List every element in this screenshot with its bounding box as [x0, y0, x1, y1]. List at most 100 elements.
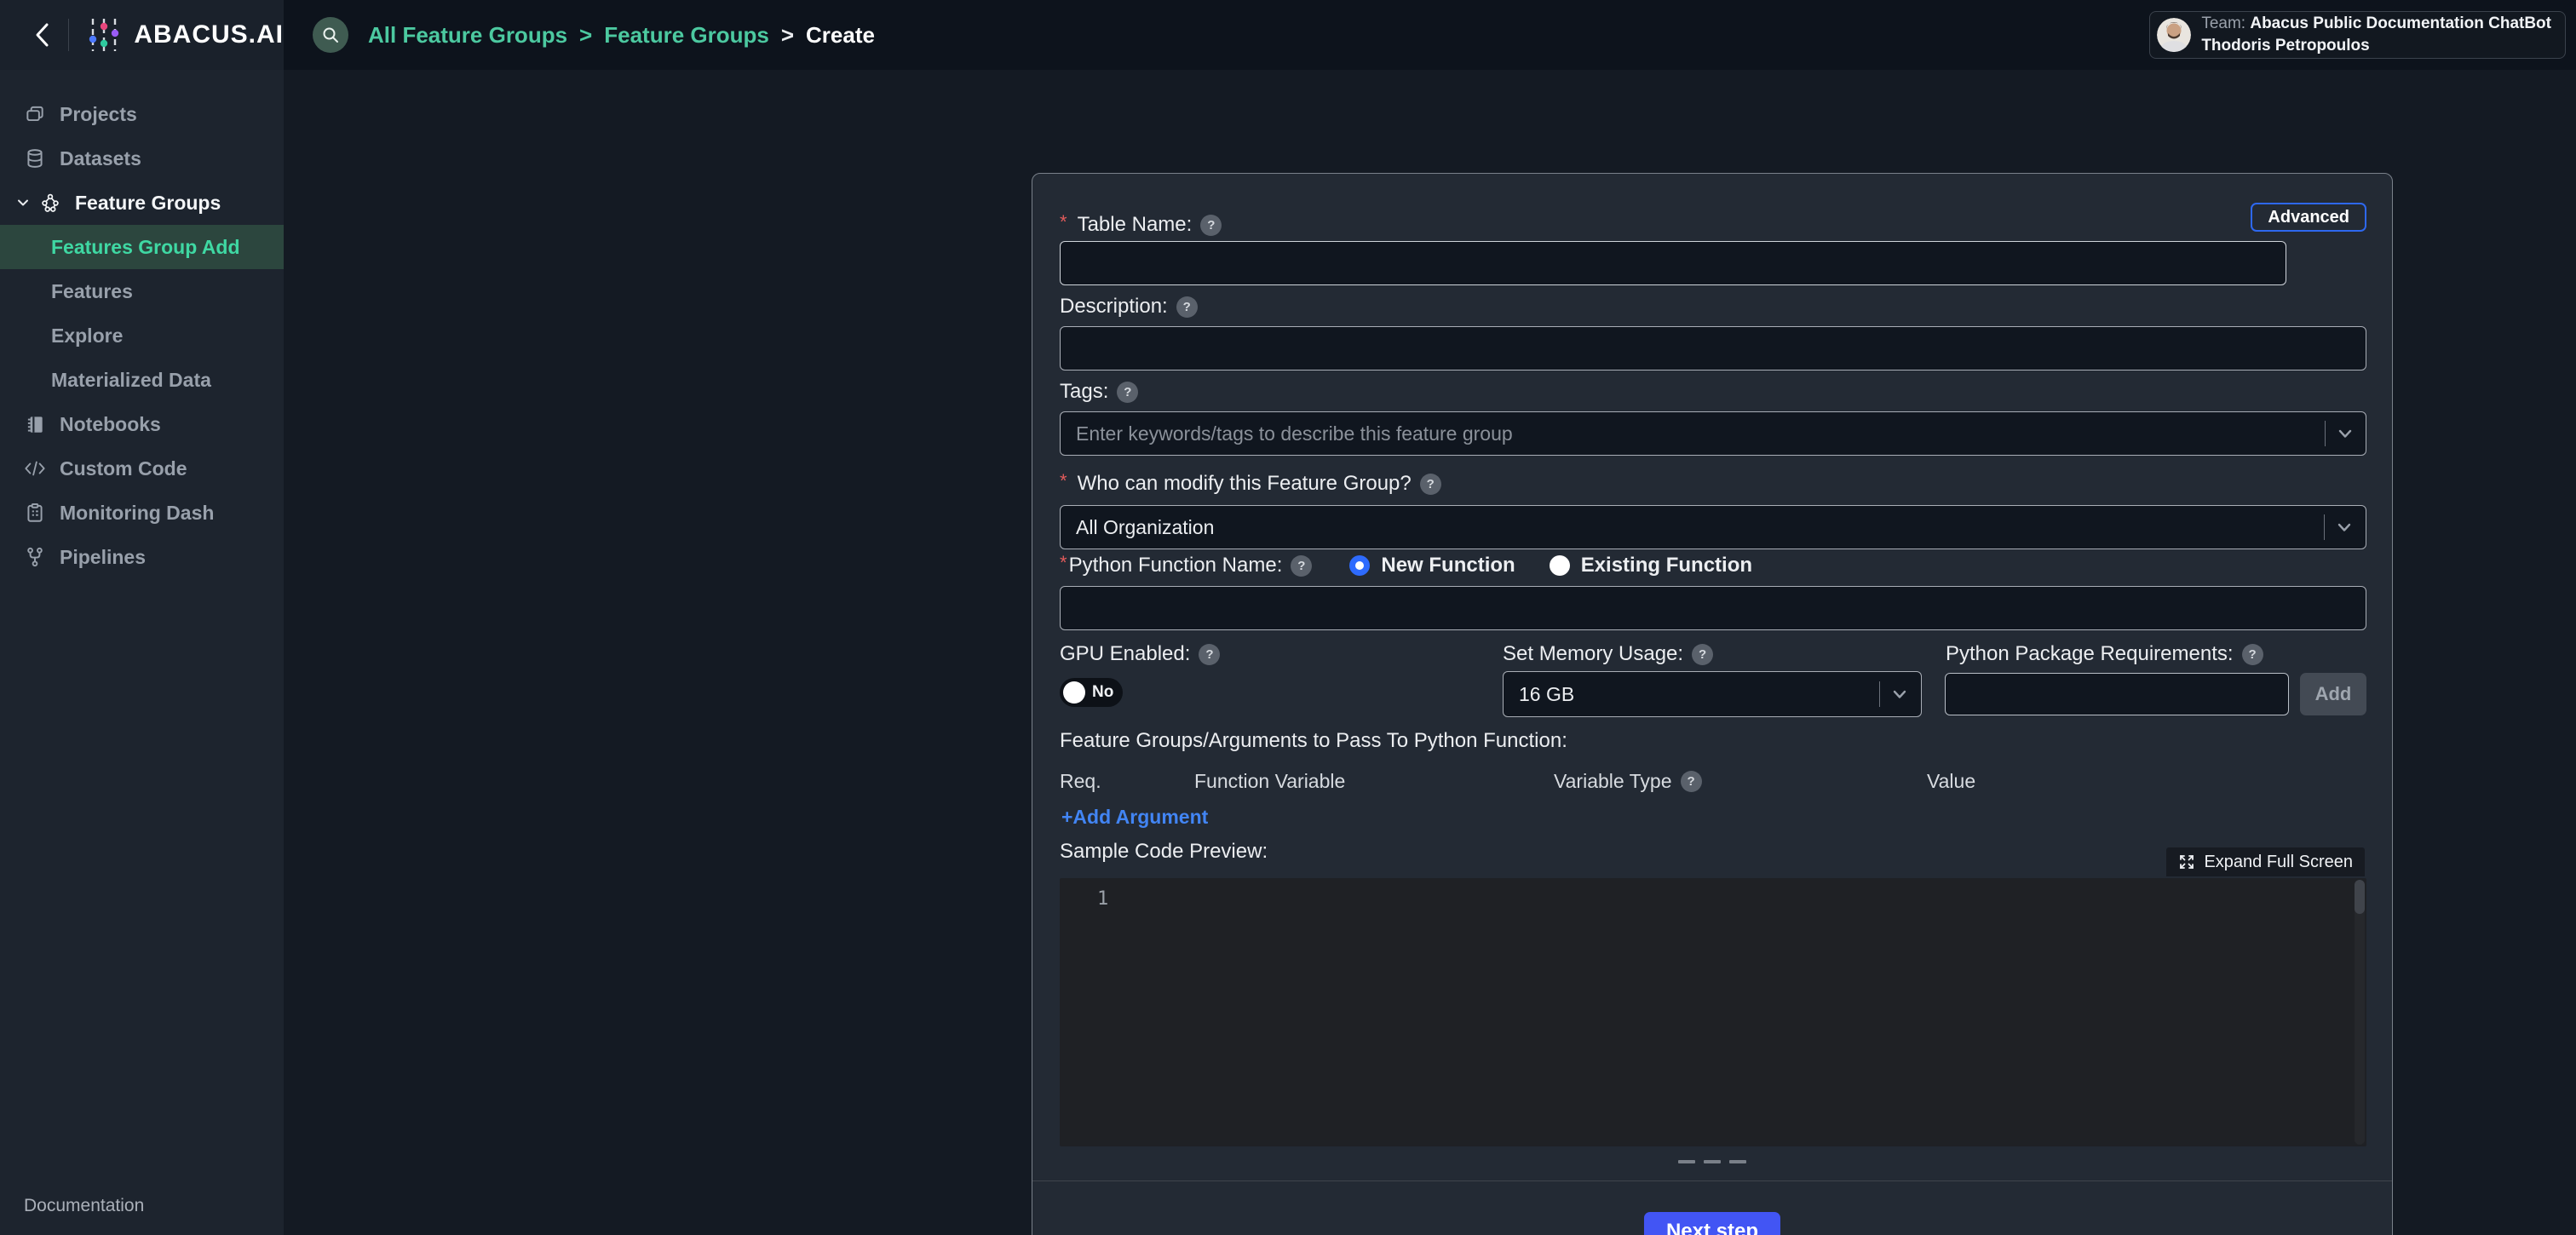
- help-icon[interactable]: ?: [1176, 296, 1198, 318]
- sidebar-item-feature-groups[interactable]: Feature Groups: [0, 181, 284, 225]
- add-argument-link[interactable]: +Add Argument: [1061, 806, 1208, 829]
- sidebar-item-features[interactable]: Features: [0, 269, 284, 313]
- modify-select-value: All Organization: [1076, 516, 1214, 539]
- arguments-section-label: Feature Groups/Arguments to Pass To Pyth…: [1060, 727, 1567, 755]
- sidebar-item-materialized-data[interactable]: Materialized Data: [0, 358, 284, 402]
- code-icon: [24, 457, 46, 480]
- add-package-button[interactable]: Add: [2300, 673, 2366, 715]
- memory-select-value: 16 GB: [1519, 683, 1574, 706]
- tags-input[interactable]: [1060, 411, 2366, 456]
- radio-unselected-icon: [1550, 555, 1570, 576]
- tags-label: Tags: ?: [1060, 378, 1138, 405]
- expand-icon: [2178, 853, 2195, 870]
- help-icon[interactable]: ?: [1420, 474, 1441, 495]
- back-button[interactable]: [29, 20, 56, 49]
- search-icon: [321, 26, 340, 44]
- breadcrumb: All Feature Groups > Feature Groups > Cr…: [368, 0, 875, 70]
- advanced-button[interactable]: Advanced: [2251, 203, 2366, 232]
- logo-text: ABACUS.AI: [134, 20, 284, 49]
- help-icon[interactable]: ?: [1681, 771, 1702, 792]
- user-avatar: [2157, 18, 2191, 52]
- sidebar-item-label: Monitoring Dash: [60, 502, 214, 525]
- datasets-icon: [24, 147, 46, 169]
- required-asterisk: *: [1060, 470, 1067, 492]
- sidebar-item-features-group-add[interactable]: Features Group Add: [0, 225, 284, 269]
- documentation-link[interactable]: Documentation: [24, 1196, 144, 1216]
- abacus-logo-icon: [84, 15, 124, 55]
- create-feature-group-form: Advanced * Table Name: ? Description: ? …: [1032, 173, 2393, 1235]
- chevron-down-icon: [1890, 685, 1909, 704]
- column-header-function-variable: Function Variable: [1194, 770, 1345, 793]
- breadcrumb-all-feature-groups[interactable]: All Feature Groups: [368, 22, 567, 49]
- editor-scrollbar-track: [2355, 880, 2365, 1145]
- help-icon[interactable]: ?: [2242, 644, 2263, 665]
- back-chevron-icon: [32, 20, 54, 49]
- help-icon[interactable]: ?: [1692, 644, 1713, 665]
- sidebar-item-pipelines[interactable]: Pipelines: [0, 535, 284, 579]
- sidebar-item-label: Datasets: [60, 147, 141, 170]
- package-requirements-input[interactable]: [1945, 673, 2289, 715]
- sidebar-item-datasets[interactable]: Datasets: [0, 136, 284, 181]
- radio-existing-function[interactable]: Existing Function: [1550, 554, 1752, 577]
- user-name: Thodoris Petropoulos: [2201, 35, 2551, 57]
- abacus-logo[interactable]: ABACUS.AI: [84, 15, 284, 55]
- gpu-enabled-label: GPU Enabled: ?: [1060, 640, 1220, 668]
- gpu-toggle[interactable]: No: [1060, 678, 1123, 707]
- package-requirements-label: Python Package Requirements: ?: [1946, 640, 2263, 668]
- sidebar-item-label: Pipelines: [60, 546, 146, 569]
- sidebar-item-projects[interactable]: Projects: [0, 92, 284, 136]
- editor-resize-handle[interactable]: [1032, 1160, 2392, 1163]
- help-icon[interactable]: ?: [1291, 555, 1312, 577]
- chevron-down-icon: [2336, 424, 2355, 443]
- column-header-req: Req.: [1060, 770, 1101, 793]
- top-bar: ABACUS.AI All Feature Groups > Feature G…: [0, 0, 2576, 70]
- sidebar-item-monitoring-dash[interactable]: Monitoring Dash: [0, 491, 284, 535]
- radio-selected-icon: [1349, 555, 1370, 576]
- team-selector[interactable]: Team: Abacus Public Documentation ChatBo…: [2149, 11, 2566, 59]
- table-name-input[interactable]: [1060, 241, 2286, 285]
- description-label: Description: ?: [1060, 293, 1198, 320]
- memory-usage-select[interactable]: 16 GB: [1503, 671, 1922, 717]
- python-function-name-input[interactable]: [1060, 586, 2366, 630]
- topbar-divider: [68, 19, 69, 51]
- expand-full-screen-button[interactable]: Expand Full Screen: [2166, 847, 2365, 876]
- radio-new-function[interactable]: New Function: [1349, 554, 1515, 577]
- editor-scrollbar-thumb[interactable]: [2355, 880, 2365, 914]
- sidebar: Projects Datasets Feature Groups Feature…: [0, 70, 284, 1235]
- required-asterisk: *: [1060, 552, 1067, 574]
- next-step-button[interactable]: Next step: [1644, 1212, 1780, 1235]
- projects-icon: [24, 103, 46, 125]
- sidebar-item-explore[interactable]: Explore: [0, 313, 284, 358]
- main-content: Advanced * Table Name: ? Description: ? …: [284, 70, 2576, 1235]
- toggle-knob: [1063, 681, 1085, 704]
- pipelines-icon: [24, 546, 46, 568]
- sidebar-item-label: Custom Code: [60, 457, 187, 480]
- help-icon[interactable]: ?: [1117, 382, 1138, 403]
- team-name: Abacus Public Documentation ChatBot: [2250, 14, 2551, 32]
- sidebar-item-label: Notebooks: [60, 413, 161, 436]
- modify-select[interactable]: All Organization: [1060, 505, 2366, 549]
- memory-dropdown-suffix: [1879, 672, 1921, 716]
- footer-divider: [1032, 1180, 2392, 1181]
- sidebar-item-label: Features Group Add: [51, 236, 240, 259]
- breadcrumb-current: Create: [806, 22, 875, 49]
- memory-usage-label: Set Memory Usage: ?: [1503, 640, 1713, 668]
- breadcrumb-separator: >: [579, 22, 592, 49]
- sidebar-item-label: Feature Groups: [75, 192, 221, 215]
- breadcrumb-separator: >: [781, 22, 794, 49]
- description-input[interactable]: [1060, 326, 2366, 370]
- sidebar-item-custom-code[interactable]: Custom Code: [0, 446, 284, 491]
- code-editor[interactable]: 1: [1060, 878, 2366, 1146]
- help-icon[interactable]: ?: [1200, 215, 1222, 236]
- chevron-down-icon: [2335, 518, 2354, 537]
- sidebar-item-label: Explore: [51, 325, 123, 348]
- tags-dropdown-suffix: [2325, 411, 2366, 456]
- help-icon[interactable]: ?: [1199, 644, 1220, 665]
- sidebar-item-label: Materialized Data: [51, 369, 211, 392]
- modify-dropdown-suffix: [2324, 506, 2366, 549]
- tags-select[interactable]: [1060, 411, 2366, 456]
- sidebar-item-notebooks[interactable]: Notebooks: [0, 402, 284, 446]
- search-button[interactable]: [313, 17, 348, 53]
- chevron-down-icon[interactable]: [15, 194, 32, 211]
- breadcrumb-feature-groups[interactable]: Feature Groups: [604, 22, 769, 49]
